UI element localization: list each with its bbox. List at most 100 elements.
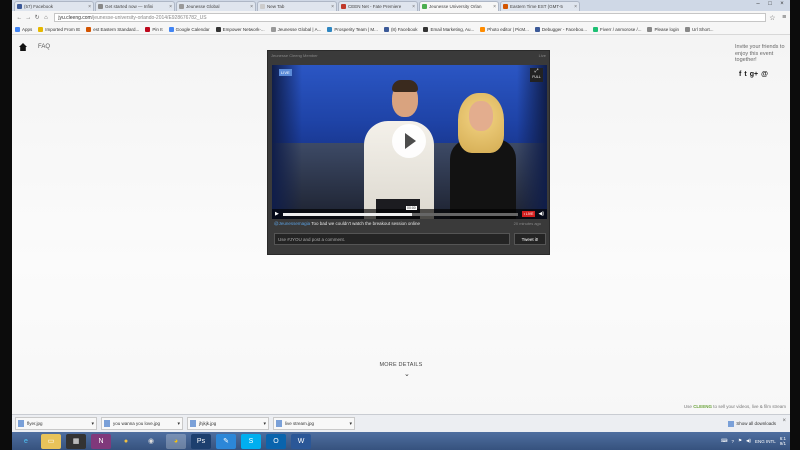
downloads-shelf: flyer.jpg ▾ you wanna you love.jpg ▾ jhjkj… (12, 414, 790, 432)
tab-new-tab[interactable]: New Tab × (257, 1, 337, 11)
bookmark-empower[interactable]: Empower Network-... (215, 26, 265, 32)
image-file-icon (18, 420, 24, 427)
bookmark-facebook[interactable]: (8) Facebook (383, 26, 417, 32)
bookmark-est[interactable]: est Eastern Standard... (86, 26, 139, 32)
bookmark-prosperity[interactable]: Prosperity Team | M... (327, 26, 378, 32)
language-indicator[interactable]: ENG INTL (755, 439, 776, 444)
close-icon[interactable]: × (493, 4, 496, 10)
word-icon[interactable]: W (291, 433, 311, 449)
bookmark-jeunesse[interactable]: Jeunesse Global | A... (270, 26, 321, 32)
back-icon[interactable]: ← (15, 15, 24, 21)
stage-curtain (517, 65, 547, 219)
close-icon[interactable]: × (169, 4, 172, 10)
download-item[interactable]: jhjkjk.jpg ▾ (187, 417, 269, 430)
more-details-link[interactable]: MORE DETAILS (12, 362, 790, 368)
chevron-down-icon[interactable]: ▾ (91, 421, 94, 427)
stage-curtain (272, 65, 302, 219)
twitter-share-icon[interactable]: t (744, 71, 746, 78)
tab-jeunesse-global[interactable]: Jeunesse Global × (176, 1, 256, 11)
media-icon[interactable]: ● (116, 434, 136, 449)
faq-link[interactable]: FAQ (38, 44, 50, 50)
latest-comment: @Jeunessemagia Too bad we couldn't watch… (274, 221, 420, 226)
fiverr-icon (592, 26, 598, 32)
photoshop-icon[interactable]: Ps (191, 433, 211, 449)
bookmarks-bar: Apps Imported From IE est Eastern Standa… (12, 24, 790, 35)
menu-icon[interactable]: ≡ (778, 14, 790, 21)
bookmark-google-calendar[interactable]: Google Calendar (168, 26, 210, 32)
page-icon (270, 26, 276, 32)
tab-strip: (57) Facebook × Get started now — Infini ×… (12, 0, 790, 11)
pin-icon[interactable]: ✎ (216, 433, 236, 449)
bookmark-fiverr[interactable]: Fiverr / anmorose /... (592, 26, 641, 32)
presenter-woman-face (469, 101, 493, 131)
seek-bar[interactable]: 00:00 (282, 205, 518, 216)
address-bar[interactable]: jyu.cleeng.com/jeunesse-university-orlan… (54, 13, 767, 22)
forward-icon[interactable]: → (24, 15, 33, 21)
home-icon[interactable] (19, 43, 27, 51)
tab-jeunesse-university[interactable]: Jeunesse University Orlan × (419, 1, 499, 11)
tab-get-started[interactable]: Get started now — Infini × (95, 1, 175, 11)
close-icon[interactable]: × (782, 418, 786, 424)
chevron-down-icon[interactable]: ⌄ (404, 370, 410, 378)
bookmark-photo-editor[interactable]: Photo editor | PicM... (480, 26, 529, 32)
google-plus-share-icon[interactable]: g+ (750, 71, 758, 78)
bookmark-debugger[interactable]: Debugger - Faceboo... (534, 26, 587, 32)
tab-eastern-time[interactable]: Eastern Time EST (GMT-5 × (500, 1, 580, 11)
tab-facebook[interactable]: (57) Facebook × (14, 1, 94, 11)
bookmark-imported[interactable]: Imported From IE (38, 26, 80, 32)
comment-user[interactable]: @Jeunessemagia (274, 221, 310, 226)
close-icon[interactable]: × (250, 4, 253, 10)
tab-ceen-net[interactable]: CEEN Net - Fate Premiere × (338, 1, 418, 11)
explorer-icon[interactable]: ▭ (41, 433, 61, 449)
cleeng-logo[interactable]: CLEENG (693, 404, 712, 409)
close-icon[interactable]: × (412, 4, 415, 10)
bookmark-apps[interactable]: Apps (15, 26, 32, 32)
facebook-share-icon[interactable]: f (739, 71, 741, 78)
home-icon[interactable]: ⌂ (42, 15, 51, 21)
video-frame[interactable]: LIVE ⤢ FULL ▶ 00:00 • LIVE ◀) (272, 65, 547, 219)
volume-icon[interactable]: ◀) (746, 438, 751, 444)
chevron-down-icon[interactable]: ▾ (349, 421, 352, 427)
bookmark-pinit[interactable]: Pin It (145, 26, 163, 32)
comment-input[interactable]: Use #JYOU and post a comment. (274, 233, 510, 245)
play-icon[interactable]: ▶ (275, 211, 279, 217)
tweet-button[interactable]: Tweet it! (514, 233, 546, 245)
reload-icon[interactable]: ↻ (33, 14, 42, 21)
close-window-button[interactable]: × (776, 0, 788, 9)
skype-icon[interactable]: S (241, 433, 261, 449)
clock-icon (503, 4, 508, 9)
volume-icon[interactable]: ◀) (538, 211, 544, 217)
onenote-icon[interactable]: N (91, 433, 111, 449)
chevron-down-icon[interactable]: ▾ (263, 421, 266, 427)
help-icon[interactable]: ? (731, 439, 734, 444)
ie-icon[interactable]: e (16, 434, 36, 449)
chrome-icon[interactable]: ◕ (166, 433, 186, 449)
play-button[interactable] (392, 124, 426, 158)
camera-icon[interactable]: ◉ (141, 434, 161, 449)
keyboard-icon[interactable]: ⌨ (721, 438, 728, 444)
image-file-icon (104, 420, 110, 427)
outlook-icon[interactable]: O (266, 433, 286, 449)
bookmark-email-marketing[interactable]: Email Marketing, Au... (423, 26, 474, 32)
download-item[interactable]: live stream.jpg ▾ (273, 417, 355, 430)
flag-icon[interactable]: ⚑ (738, 438, 742, 444)
download-item[interactable]: you wanna you love.jpg ▾ (101, 417, 183, 430)
close-icon[interactable]: × (331, 4, 334, 10)
show-all-downloads-link[interactable]: Show all downloads (728, 420, 776, 427)
seek-progress (282, 212, 412, 216)
winamp-icon[interactable]: ▦ (66, 433, 86, 449)
maximize-button[interactable]: □ (764, 0, 776, 9)
clock[interactable]: 6:1 9/1 (780, 436, 786, 446)
fullscreen-icon[interactable]: ⤢ FULL (530, 68, 543, 82)
star-icon[interactable]: ☆ (766, 14, 778, 22)
close-icon[interactable]: × (88, 4, 91, 10)
live-button[interactable]: • LIVE (521, 211, 536, 217)
chevron-down-icon[interactable]: ▾ (177, 421, 180, 427)
bookmark-url-short[interactable]: Url Short... (685, 26, 714, 32)
bookmark-please-login[interactable]: Please login (647, 26, 679, 32)
close-icon[interactable]: × (574, 4, 577, 10)
email-share-icon[interactable]: @ (761, 71, 768, 78)
download-item[interactable]: flyer.jpg ▾ (15, 417, 97, 430)
facebook-icon (17, 4, 22, 9)
minimize-button[interactable]: – (752, 0, 764, 9)
